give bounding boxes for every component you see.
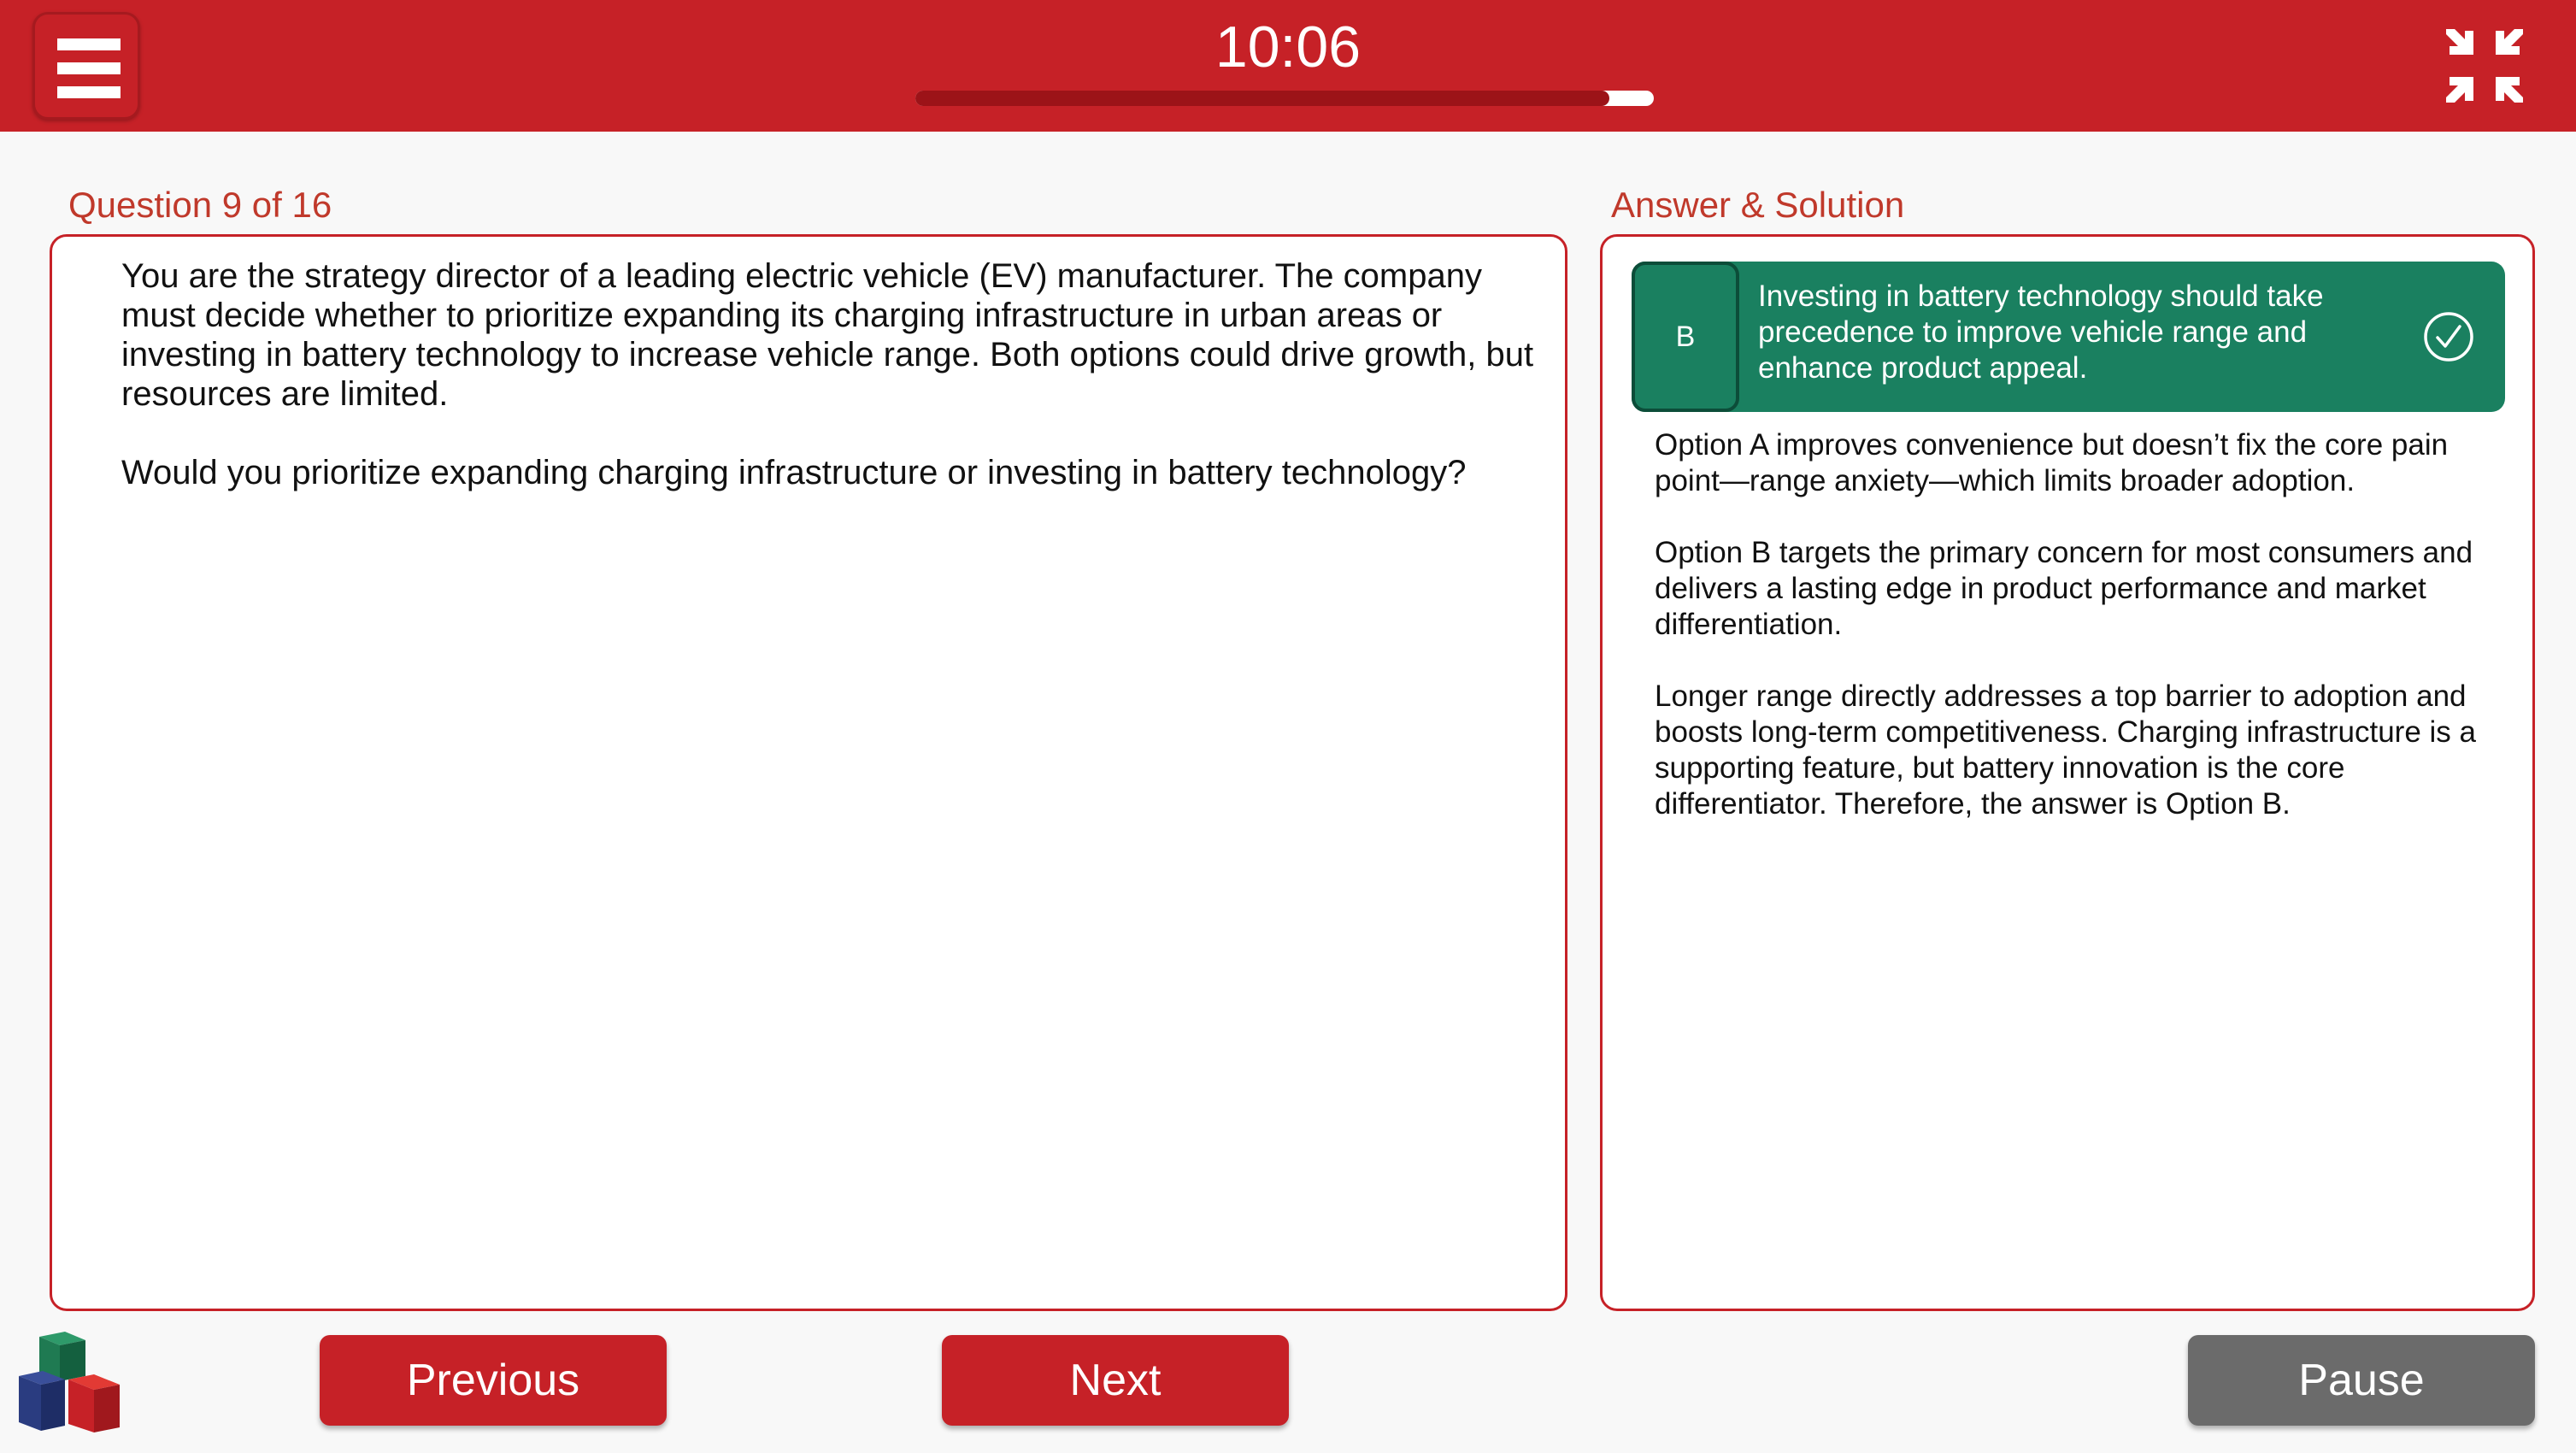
top-bar: 10:06	[0, 0, 2576, 132]
solution-explanation: Option A improves convenience but doesn’…	[1655, 427, 2501, 858]
collapse-arrows-icon	[2446, 29, 2523, 103]
cubes-logo-icon	[19, 1332, 120, 1432]
menu-button[interactable]	[32, 12, 140, 120]
hamburger-menu-icon	[57, 38, 121, 50]
question-text: You are the strategy director of a leadi…	[121, 256, 1540, 532]
answer-letter: B	[1632, 262, 1739, 412]
timer-progress-bar	[915, 91, 1654, 106]
hamburger-menu-icon-bar	[57, 86, 121, 98]
previous-button[interactable]: Previous	[320, 1335, 667, 1426]
check-circle-icon	[2424, 312, 2473, 362]
collapse-button[interactable]	[2436, 17, 2533, 115]
question-scenario: You are the strategy director of a leadi…	[121, 257, 1534, 413]
hamburger-menu-icon-bar	[57, 62, 121, 74]
timer: 10:06	[1214, 15, 1362, 79]
next-button[interactable]: Next	[942, 1335, 1289, 1426]
solution-paragraph-conclusion: Longer range directly addresses a top ba…	[1655, 679, 2476, 821]
correct-answer-box: B Investing in battery technology should…	[1632, 262, 2505, 412]
timer-progress-fill	[915, 91, 1610, 106]
pause-button[interactable]: Pause	[2188, 1335, 2535, 1426]
question-counter: Question 9 of 16	[68, 185, 332, 225]
solution-paragraph-b: Option B targets the primary concern for…	[1655, 536, 2473, 641]
answer-solution-heading: Answer & Solution	[1611, 185, 1905, 225]
question-prompt: Would you prioritize expanding charging …	[121, 454, 1467, 491]
answer-text: Investing in battery technology should t…	[1758, 279, 2324, 385]
solution-paragraph-a: Option A improves convenience but doesn’…	[1655, 428, 2449, 497]
